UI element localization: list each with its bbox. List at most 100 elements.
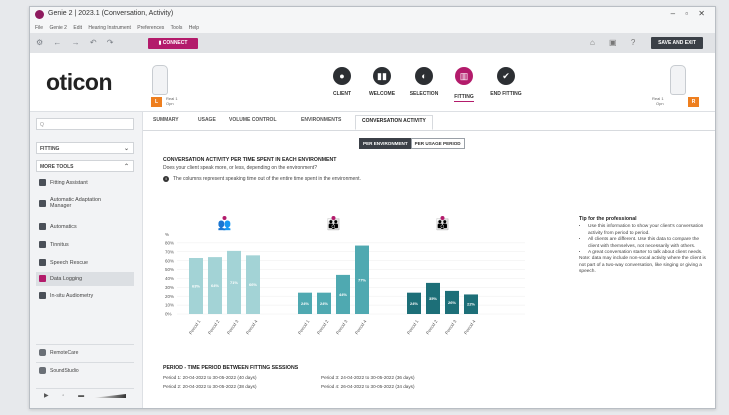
step-end-fitting[interactable]: ✔ END FITTING [484, 67, 528, 97]
step-welcome-label: WELCOME [368, 91, 396, 97]
sidebar: Q FITTING ⌄ MORE TOOLS ⌃ Fitting Assistant… [30, 112, 143, 408]
section-subheading: Does your client speak more, or less, de… [163, 165, 317, 171]
left-hearing-aid-icon[interactable] [152, 65, 168, 95]
x-tick-label: Period 2 [316, 319, 330, 336]
period-2-text: Period 2: 20-04-2022 to 30-05-2022 (38 d… [163, 384, 257, 389]
y-axis-label: % [165, 232, 169, 237]
sidebar-item-tinnitus[interactable]: Tinnitus [36, 238, 134, 252]
menu-edit[interactable]: Edit [73, 25, 82, 31]
window-controls[interactable]: – ▫ ✕ [671, 9, 709, 18]
section-heading: CONVERSATION ACTIVITY PER TIME SPENT IN … [163, 157, 337, 163]
bar-value-label: 22% [467, 302, 475, 307]
fitting-dropdown[interactable]: FITTING ⌄ [36, 142, 134, 154]
menu-help[interactable]: Help [189, 25, 199, 31]
bar-value-label: 24% [410, 301, 418, 306]
y-tick-label: 30% [165, 285, 174, 290]
sidebar-item-label: SoundStudio [50, 368, 79, 374]
step-welcome[interactable]: ▮▮ WELCOME [360, 67, 404, 97]
menu-genie[interactable]: Genie 2 [49, 25, 67, 31]
oticon-logo: oticon [46, 69, 113, 95]
sidebar-item-label: Data Logging [50, 276, 83, 282]
audiometry-icon [39, 292, 46, 299]
x-tick-label: Period 3 [226, 319, 240, 336]
app-logo-icon [35, 10, 44, 19]
sidebar-item-label: Automatics [50, 224, 77, 230]
right-hearing-aid-icon[interactable] [670, 65, 686, 95]
x-tick-label: Period 1 [188, 319, 202, 336]
toolbar-right-icons[interactable]: ⌂ ▣ ? [590, 38, 641, 47]
selection-icon: ◐ [415, 67, 433, 85]
person-icon: ● [333, 67, 351, 85]
right-ear-type: Opn [656, 101, 664, 106]
period-1-text: Period 1: 20-04-2022 to 30-05-2022 (40 d… [163, 375, 257, 380]
sidebar-item-remotecare[interactable]: RemoteCare [36, 344, 134, 359]
speech-rescue-icon [39, 259, 46, 266]
toolbar-nav-icons[interactable]: ⚙ ← → ↶ ↷ [36, 38, 117, 47]
volume-control[interactable]: ▶ ◦ ▬ [36, 388, 134, 403]
bar-value-label: 44% [339, 292, 347, 297]
tab-conversation-activity[interactable]: CONVERSATION ACTIVITY [355, 115, 433, 130]
sidebar-item-in-situ-audiometry[interactable]: In-situ Audiometry [36, 289, 134, 303]
workflow-steps: ● CLIENT ▮▮ WELCOME ◐ SELECTION ▥ FITTIN… [320, 67, 580, 107]
bar-value-label: 24% [320, 301, 328, 306]
volume-slider[interactable] [92, 394, 126, 398]
y-tick-label: 80% [165, 240, 174, 245]
tip-note: Note: data may include non-vocal activit… [579, 256, 706, 275]
hearing-aids-icon: ▮▮ [373, 67, 391, 85]
per-environment-button[interactable]: PER ENVIRONMENT [359, 138, 412, 149]
sidebar-item-fitting-assistant[interactable]: Fitting Assistant [36, 176, 134, 190]
step-client-label: CLIENT [332, 91, 352, 97]
connect-label: CONNECT [162, 40, 188, 46]
tab-volume-control[interactable]: VOLUME CONTROL [229, 117, 277, 123]
x-tick-label: Period 3 [335, 319, 349, 336]
sidebar-item-label: In-situ Audiometry [50, 293, 94, 299]
sidebar-item-data-logging[interactable]: Data Logging [36, 272, 134, 286]
bar-value-label: 26% [448, 300, 456, 305]
sidebar-item-label: RemoteCare [50, 350, 79, 356]
sidebar-item-label: Tinnitus [50, 242, 69, 248]
sidebar-item-label-line2: Manager [50, 203, 72, 209]
sidebar-search-input[interactable]: Q [36, 118, 134, 130]
x-tick-label: Period 2 [207, 319, 221, 336]
connect-button[interactable]: ▮ CONNECT [148, 38, 198, 49]
main-content: SUMMARY USAGE VOLUME CONTROL ENVIRONMENT… [143, 112, 715, 408]
menu-preferences[interactable]: Preferences [137, 25, 164, 31]
tinnitus-icon [39, 241, 46, 248]
sidebar-item-automatic-adaptation-manager[interactable]: Automatic Adaptation Manager [36, 194, 134, 214]
speaker-dot-icon [440, 216, 445, 220]
period-3-text: Period 3: 24-04-2022 to 30-05-2022 (36 d… [321, 375, 415, 380]
step-fitting[interactable]: ▥ FITTING [442, 67, 486, 103]
more-tools-dropdown[interactable]: MORE TOOLS ⌃ [36, 160, 134, 172]
tab-summary[interactable]: SUMMARY [153, 117, 179, 123]
per-usage-period-button[interactable]: PER USAGE PERIOD [410, 138, 465, 149]
x-tick-label: Period 1 [297, 319, 311, 336]
step-selection[interactable]: ◐ SELECTION [402, 67, 446, 97]
menu-file[interactable]: File [35, 25, 43, 31]
sidebar-item-automatics[interactable]: Automatics [36, 220, 134, 234]
remotecare-icon [39, 349, 46, 356]
step-selection-label: SELECTION [409, 91, 439, 97]
tab-usage[interactable]: USAGE [198, 117, 216, 123]
save-and-exit-button[interactable]: SAVE AND EXIT [651, 37, 703, 49]
step-client[interactable]: ● CLIENT [320, 67, 364, 97]
menu-hearing-instrument[interactable]: Hearing Instrument [88, 25, 131, 31]
info-icon: i [163, 176, 169, 182]
sidebar-item-speech-rescue[interactable]: Speech Rescue [36, 256, 134, 270]
fitting-icon: ▥ [455, 67, 473, 85]
menu-bar: File Genie 2 Edit Hearing Instrument Pre… [30, 23, 715, 33]
sidebar-item-soundstudio[interactable]: SoundStudio [36, 362, 134, 377]
tab-environments[interactable]: ENVIRONMENTS [301, 117, 341, 123]
bar-value-label: 24% [301, 301, 309, 306]
y-tick-label: 40% [165, 276, 174, 281]
menu-tools[interactable]: Tools [171, 25, 183, 31]
tip-bullet: All clients are different. Use this data… [588, 237, 709, 250]
y-tick-label: 70% [165, 249, 174, 254]
audio-controls-icon: ▶ ◦ ▬ [44, 393, 91, 399]
app-window: Genie 2 | 2023.1 (Conversation, Activity… [29, 6, 716, 409]
bar-value-label: 71% [230, 280, 238, 285]
x-tick-label: Period 4 [245, 319, 259, 336]
tip-bullet: Use this information to show your client… [588, 224, 709, 237]
check-icon: ✔ [497, 67, 515, 85]
right-ear-label: Real 1 Opn [652, 96, 664, 106]
chevron-up-icon: ⌃ [123, 164, 129, 170]
